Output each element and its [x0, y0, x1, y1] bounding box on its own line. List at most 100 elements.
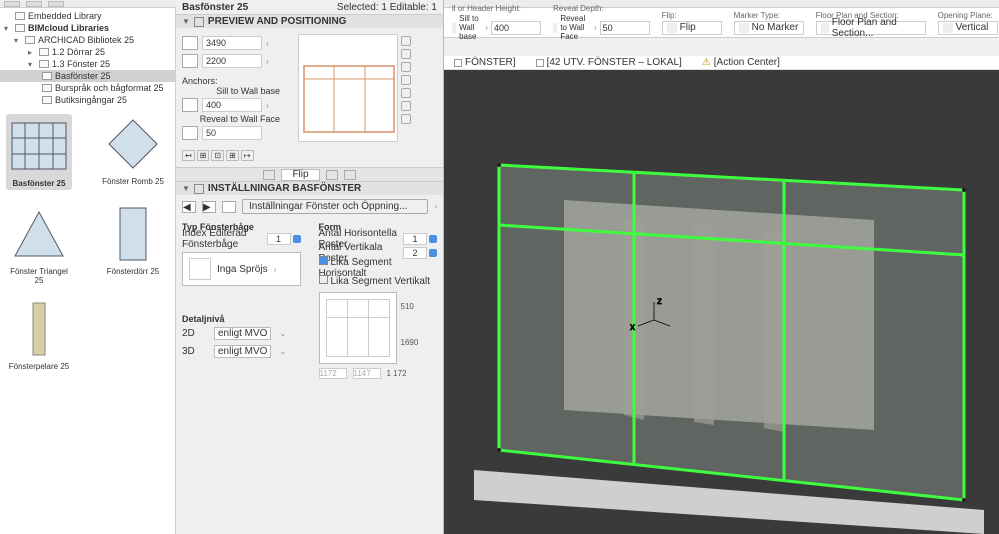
flip-icon-r2[interactable]: [344, 170, 356, 180]
align-btn[interactable]: ↦: [241, 150, 254, 161]
folder-icon: [15, 24, 25, 32]
height-icon: [182, 54, 198, 68]
tool-zoom[interactable]: [48, 1, 64, 7]
sill-value-input[interactable]: [491, 21, 541, 35]
nav-next[interactable]: ▶: [202, 201, 216, 213]
tree-bursprak[interactable]: Burspråk och bågformat 25: [0, 82, 175, 94]
align-btn[interactable]: ↤: [182, 150, 195, 161]
align-btn[interactable]: ⊞: [197, 150, 210, 161]
info-bar: ll or Header Height: Sill to Wall base ›…: [444, 8, 999, 38]
tree-dorrar[interactable]: ▸1.2 Dörrar 25: [0, 46, 175, 58]
3d-label: 3D: [182, 346, 206, 357]
chevron-down-icon[interactable]: ⌄: [279, 329, 286, 338]
tree-bimcloud[interactable]: ▾BIMcloud Libraries: [0, 22, 175, 34]
nav-icon[interactable]: [222, 201, 236, 213]
flip-label: Flip:: [662, 11, 722, 20]
lsh-check[interactable]: [319, 256, 328, 265]
dim-in-2[interactable]: [353, 368, 381, 379]
chevron-right-icon: ›: [274, 265, 277, 274]
thumb-label: Fönsterpelare 25: [9, 362, 69, 371]
op-dropdown[interactable]: Vertical: [938, 21, 998, 35]
flip-dropdown[interactable]: Flip: [662, 21, 722, 35]
nav-prev[interactable]: ◀: [182, 201, 196, 213]
flip-button[interactable]: Flip: [281, 169, 319, 181]
height-input[interactable]: [202, 54, 262, 68]
tab-2[interactable]: [42 UTV. FÖNSTER – LOKAL]: [536, 57, 682, 68]
tree-fonster[interactable]: ▾1.3 Fönster 25: [0, 58, 175, 70]
stepper-icon[interactable]: [293, 235, 301, 243]
3d-viewport[interactable]: z x: [444, 70, 999, 534]
view-tool-6[interactable]: [401, 101, 411, 111]
dim-in-1[interactable]: [319, 368, 347, 379]
thumb-label: Basfönster 25: [13, 179, 66, 188]
fps-dropdown[interactable]: Floor Plan and Section...: [816, 21, 926, 35]
chevron-down-icon[interactable]: ›: [485, 23, 488, 32]
sill-input[interactable]: [202, 98, 262, 112]
chevron-down-icon: ▼: [182, 17, 190, 26]
tool-undo[interactable]: [4, 1, 20, 7]
view-tool-4[interactable]: [401, 75, 411, 85]
tree-basfonster[interactable]: Basfönster 25: [0, 70, 175, 82]
view-tool-5[interactable]: [401, 88, 411, 98]
tab-1[interactable]: FÖNSTER]: [454, 57, 516, 68]
sprojs-selector[interactable]: Inga Spröjs ›: [182, 252, 301, 286]
reveal-value-input[interactable]: [600, 21, 650, 35]
3d-select[interactable]: enligt MVO: [214, 345, 271, 358]
lsv-check[interactable]: [319, 275, 328, 284]
plane-icon: [943, 23, 953, 33]
chevron-right-icon[interactable]: ›: [266, 39, 269, 48]
inspector-panel: Basfönster 25 Selected: 1 Editable: 1 ▼ …: [176, 0, 444, 534]
preview-viewport[interactable]: [298, 34, 398, 142]
tree-butik[interactable]: Butiksingångar 25: [0, 94, 175, 106]
thumb-romb[interactable]: Fönster Romb 25: [100, 114, 166, 190]
page-icon: [821, 23, 829, 33]
view-tool-1[interactable]: [401, 36, 411, 46]
stepper-icon[interactable]: [429, 235, 437, 243]
chevron-right-icon[interactable]: ›: [434, 202, 437, 211]
chevron-right-icon[interactable]: ›: [266, 57, 269, 66]
folder-icon: [25, 36, 35, 44]
sprojs-label: Inga Spröjs: [217, 264, 268, 275]
hp-input[interactable]: [403, 233, 427, 245]
svg-text:x: x: [630, 322, 635, 333]
index-input[interactable]: [267, 233, 291, 245]
settings-section-header[interactable]: ▼ INSTÄLLNINGAR BASFÖNSTER: [176, 181, 443, 195]
tree-bibliotek[interactable]: ▾ARCHICAD Bibliotek 25: [0, 34, 175, 46]
selection-info: Selected: 1 Editable: 1: [337, 2, 437, 13]
tab-3[interactable]: ⚠[Action Center]: [702, 57, 780, 68]
chevron-down-icon[interactable]: ›: [594, 23, 597, 32]
chevron-right-icon[interactable]: ›: [266, 101, 269, 110]
marker-dropdown[interactable]: No Marker: [734, 21, 804, 35]
align-btn[interactable]: ⊞: [226, 150, 239, 161]
flip-icon-r[interactable]: [326, 170, 338, 180]
thumb-pelare[interactable]: Fönsterpelare 25: [6, 299, 72, 371]
op-label: Opening Plane:: [938, 11, 998, 20]
reveal-icon: [182, 126, 198, 140]
library-thumbnails: Basfönster 25 Fönster Romb 25 Fönster Tr…: [0, 108, 175, 377]
thumb-label: Fönster Romb 25: [102, 177, 164, 186]
width-input[interactable]: [202, 36, 262, 50]
thumb-basfonster[interactable]: Basfönster 25: [6, 114, 72, 190]
chevron-down-icon[interactable]: ⌄: [279, 347, 286, 356]
sill-sub: Sill to Wall base: [459, 14, 482, 41]
thumb-dorr[interactable]: Fönsterdörr 25: [100, 204, 166, 285]
preview-section-header[interactable]: ▼ PREVIEW AND POSITIONING: [176, 14, 443, 28]
sill-header-label: ll or Header Height:: [452, 4, 541, 13]
tree-embedded[interactable]: Embedded Library: [0, 10, 175, 22]
chevron-down-icon: ▼: [182, 184, 190, 193]
tool-star[interactable]: [26, 1, 42, 7]
settings-breadcrumb[interactable]: Inställningar Fönster och Öppning...: [242, 199, 428, 214]
reveal-input[interactable]: [202, 126, 262, 140]
folder-icon: [42, 96, 52, 104]
2d-select[interactable]: enligt MVO: [214, 327, 271, 340]
view-tool-7[interactable]: [401, 114, 411, 124]
view-tool-2[interactable]: [401, 49, 411, 59]
align-btn[interactable]: ⊡: [211, 150, 224, 161]
view-tool-3[interactable]: [401, 62, 411, 72]
dim-1690: 1690: [401, 338, 419, 347]
library-tree: Embedded Library ▾BIMcloud Libraries ▾AR…: [0, 8, 175, 108]
thumb-triangel[interactable]: Fönster Triangel 25: [6, 204, 72, 285]
flip-icon-l[interactable]: [263, 170, 275, 180]
folder-icon: [42, 84, 52, 92]
folder-icon: [42, 72, 52, 80]
